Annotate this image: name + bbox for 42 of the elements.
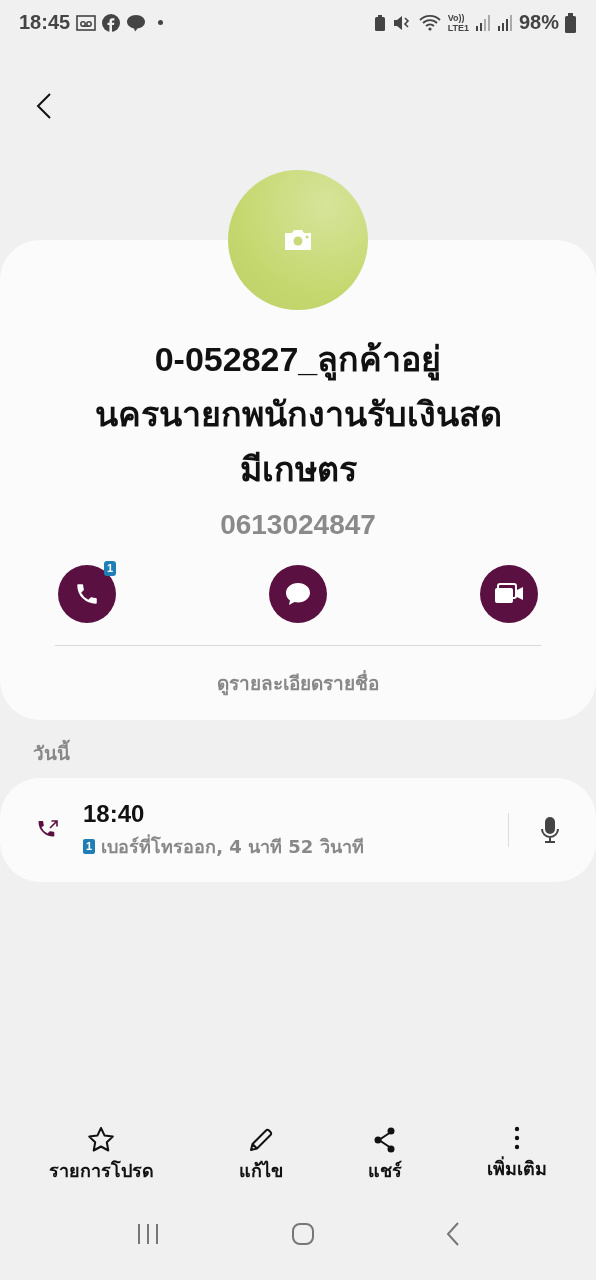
- facebook-icon: [102, 13, 121, 32]
- speech-bubble-icon: [284, 581, 312, 607]
- video-button[interactable]: [480, 565, 538, 623]
- sim-badge: 1: [103, 561, 116, 576]
- call-time: 18:40: [83, 799, 146, 828]
- star-icon: [87, 1126, 116, 1154]
- share-button[interactable]: แชร์: [368, 1126, 403, 1196]
- signal-icon: [496, 13, 513, 32]
- wifi-icon: [417, 13, 442, 32]
- call-detail: เบอร์ที่โทรออก, 4 นาที 52 วินาที: [101, 833, 364, 859]
- sim-badge: 1: [83, 838, 96, 854]
- call-log-card[interactable]: 18:40 1 เบอร์ที่โทรออก, 4 นาที 52 วินาที: [0, 778, 596, 882]
- more-button[interactable]: เพิ่มเติม: [487, 1126, 548, 1196]
- battery-percent: 98%: [518, 11, 559, 34]
- battery-saver-icon: [373, 13, 386, 32]
- bottom-bar-label: รายการโปรด: [48, 1159, 154, 1183]
- volte-label: Vo)): [447, 12, 466, 23]
- contact-name: 0-052827_ลูกค้าอยู่นครนายกพนักงานรับเงินสดมีเกษตร: [93, 339, 503, 490]
- camera-icon: [283, 229, 313, 251]
- signal-icon: [474, 13, 491, 32]
- bottom-bar-label: แชร์: [368, 1159, 403, 1183]
- section-heading: วันนี้: [33, 738, 596, 768]
- battery-icon: [565, 12, 576, 33]
- mute-icon: [391, 13, 412, 32]
- voicemail-icon: [76, 14, 97, 31]
- chat-bubble-icon: [126, 13, 147, 32]
- video-camera-icon: [494, 583, 524, 605]
- home-button[interactable]: [291, 1222, 315, 1246]
- status-time: 18:45: [19, 11, 71, 34]
- dot-icon: [158, 20, 164, 25]
- microphone-button[interactable]: [540, 816, 560, 844]
- phone-icon: [74, 581, 100, 607]
- bottom-bar-label: แก้ไข: [238, 1159, 283, 1183]
- favorite-button[interactable]: รายการโปรด: [48, 1126, 154, 1196]
- bottom-bar-label: เพิ่มเติม: [487, 1155, 548, 1181]
- edit-button[interactable]: แก้ไข: [238, 1126, 283, 1196]
- more-icon: [514, 1126, 521, 1152]
- message-button[interactable]: [269, 565, 327, 623]
- phone-number: 0613024847: [220, 509, 376, 541]
- back-nav-button[interactable]: [446, 1222, 461, 1246]
- recent-apps-button[interactable]: [135, 1223, 160, 1245]
- network-label: LTE1: [447, 22, 469, 33]
